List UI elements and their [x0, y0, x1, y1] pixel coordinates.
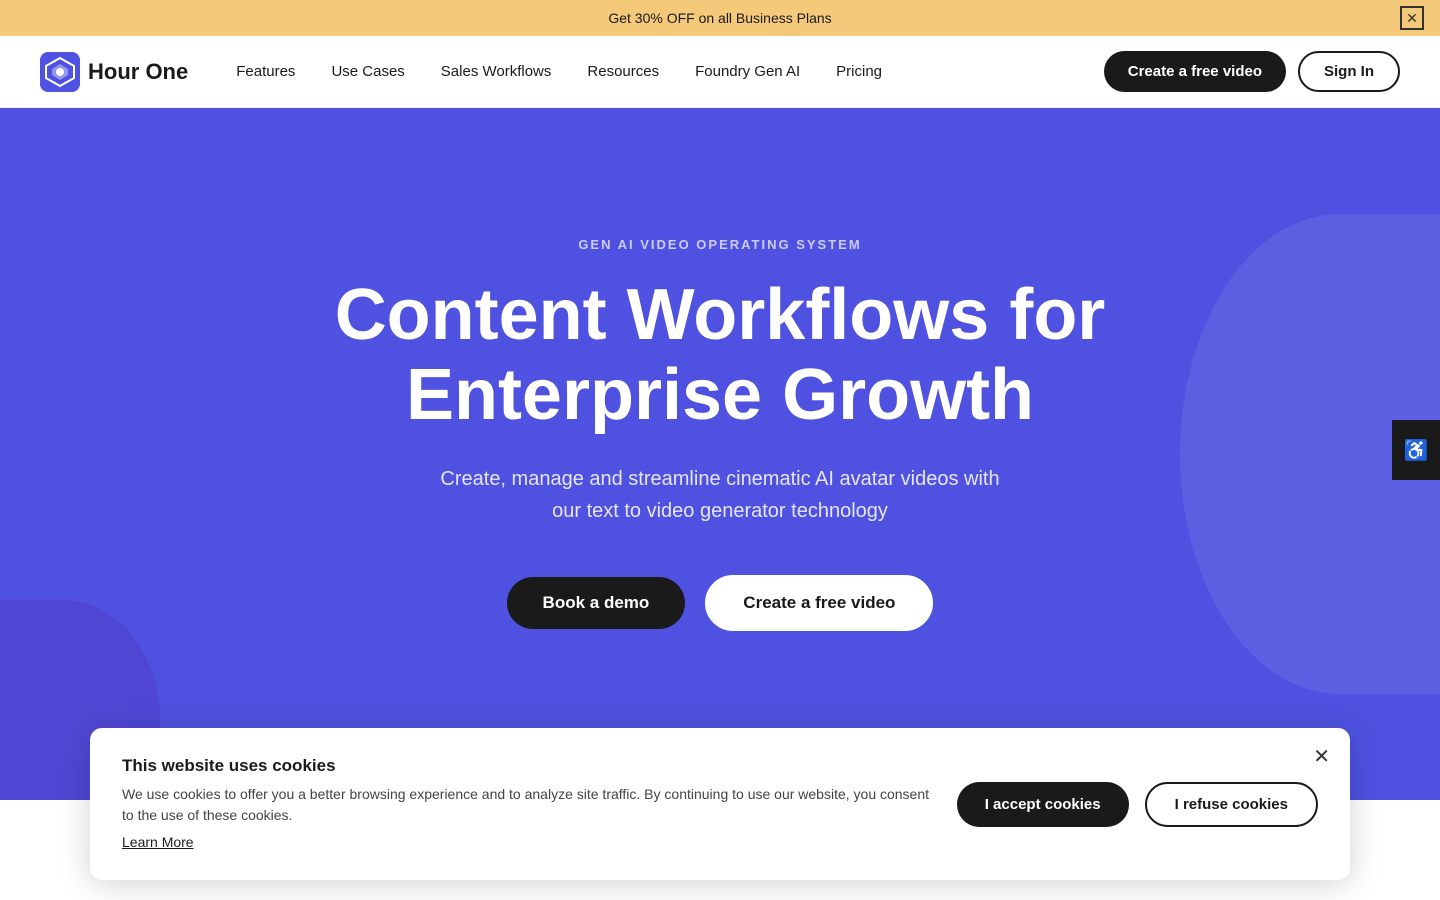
create-free-video-button[interactable]: Create a free video — [705, 575, 933, 631]
nav-sales-workflows[interactable]: Sales Workflows — [441, 63, 552, 80]
accept-cookies-button[interactable]: I accept cookies — [957, 782, 1129, 827]
hero-title-line1: Content Workflows for — [335, 275, 1106, 355]
cookie-description: We use cookies to offer you a better bro… — [122, 784, 933, 826]
nav-resources[interactable]: Resources — [587, 63, 659, 80]
nav-features[interactable]: Features — [236, 63, 295, 80]
nav-actions: Create a free video Sign In — [1104, 51, 1400, 92]
nav-links: Features Use Cases Sales Workflows Resou… — [236, 63, 1104, 80]
cookie-text-area: This website uses cookies We use cookies… — [122, 756, 933, 852]
hero-title: Content Workflows for Enterprise Growth — [335, 276, 1106, 434]
cookie-banner: This website uses cookies We use cookies… — [90, 728, 1350, 880]
cookie-close-button[interactable]: ✕ — [1313, 744, 1330, 769]
accessibility-button[interactable]: ♿ — [1392, 420, 1440, 480]
refuse-cookies-button[interactable]: I refuse cookies — [1145, 782, 1318, 827]
hero-eyebrow: GEN AI VIDEO OPERATING SYSTEM — [578, 237, 861, 252]
logo-link[interactable]: Hour One — [40, 52, 188, 92]
nav-pricing[interactable]: Pricing — [836, 63, 882, 80]
nav-foundry-gen-ai[interactable]: Foundry Gen AI — [695, 63, 800, 80]
navbar: Hour One Features Use Cases Sales Workfl… — [0, 36, 1440, 108]
hour-one-logo-icon — [40, 52, 80, 92]
book-demo-button[interactable]: Book a demo — [507, 577, 686, 629]
logo-text: Hour One — [88, 59, 188, 85]
nav-create-free-video-button[interactable]: Create a free video — [1104, 51, 1286, 92]
cookie-title: This website uses cookies — [122, 756, 933, 776]
hero-buttons: Book a demo Create a free video — [507, 575, 934, 631]
nav-use-cases[interactable]: Use Cases — [331, 63, 404, 80]
hero-subtitle: Create, manage and streamline cinematic … — [430, 463, 1010, 527]
hero-title-line2: Enterprise Growth — [406, 355, 1034, 435]
top-banner: Get 30% OFF on all Business Plans ✕ — [0, 0, 1440, 36]
hero-section: GEN AI VIDEO OPERATING SYSTEM Content Wo… — [0, 108, 1440, 800]
accessibility-icon: ♿ — [1404, 438, 1429, 463]
nav-sign-in-button[interactable]: Sign In — [1298, 51, 1400, 92]
cookie-learn-more-link[interactable]: Learn More — [122, 834, 194, 850]
banner-close-button[interactable]: ✕ — [1400, 6, 1424, 30]
banner-text: Get 30% OFF on all Business Plans — [608, 10, 831, 26]
cookie-actions: I accept cookies I refuse cookies — [957, 782, 1318, 827]
